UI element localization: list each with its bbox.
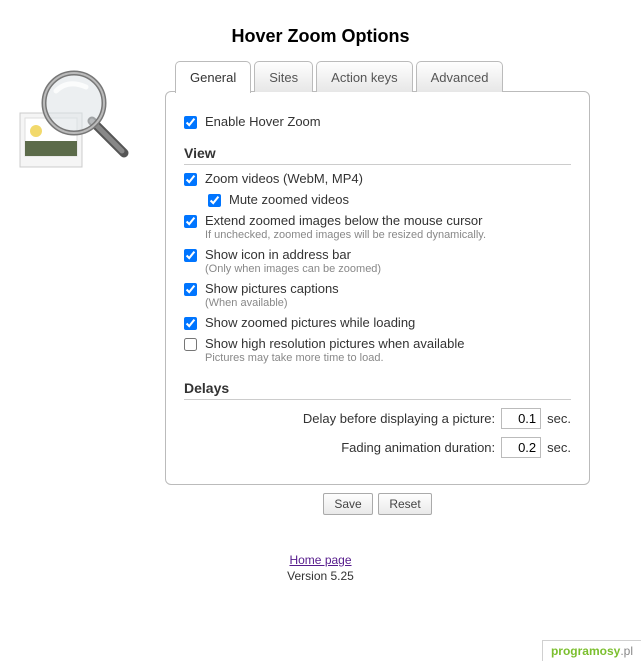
hires-checkbox[interactable]: [184, 338, 197, 351]
mute-videos-checkbox[interactable]: [208, 194, 221, 207]
section-view-heading: View: [184, 145, 571, 165]
while-loading-label: Show zoomed pictures while loading: [205, 315, 415, 330]
app-logo: [0, 61, 165, 178]
show-icon-hint: (Only when images can be zoomed): [205, 263, 571, 275]
extend-below-hint: If unchecked, zoomed images will be resi…: [205, 229, 571, 241]
tab-action-keys[interactable]: Action keys: [316, 61, 412, 92]
enable-hoverzoom-label: Enable Hover Zoom: [205, 114, 321, 129]
tab-advanced[interactable]: Advanced: [416, 61, 504, 92]
show-icon-checkbox[interactable]: [184, 249, 197, 262]
captions-label: Show pictures captions: [205, 281, 339, 296]
while-loading-checkbox[interactable]: [184, 317, 197, 330]
save-button[interactable]: Save: [323, 493, 372, 515]
footer: Home page Version 5.25: [0, 553, 641, 583]
extend-below-label: Extend zoomed images below the mouse cur…: [205, 213, 482, 228]
enable-hoverzoom-checkbox[interactable]: [184, 116, 197, 129]
fade-duration-unit: sec.: [547, 440, 571, 455]
options-panel: Enable Hover Zoom View Zoom videos (WebM…: [165, 91, 590, 485]
show-icon-label: Show icon in address bar: [205, 247, 351, 262]
page-title: Hover Zoom Options: [0, 0, 641, 61]
hires-label: Show high resolution pictures when avail…: [205, 336, 464, 351]
section-delays-heading: Delays: [184, 380, 571, 400]
display-delay-input[interactable]: [501, 408, 541, 429]
fade-duration-label: Fading animation duration:: [341, 440, 495, 455]
display-delay-label: Delay before displaying a picture:: [303, 411, 495, 426]
tab-general[interactable]: General: [175, 61, 251, 93]
extend-below-checkbox[interactable]: [184, 215, 197, 228]
watermark-brand: programosy: [551, 644, 620, 658]
reset-button[interactable]: Reset: [378, 493, 431, 515]
hires-hint: Pictures may take more time to load.: [205, 352, 571, 364]
display-delay-unit: sec.: [547, 411, 571, 426]
watermark-tld: .pl: [620, 644, 633, 658]
mute-videos-label: Mute zoomed videos: [229, 192, 349, 207]
zoom-videos-label: Zoom videos (WebM, MP4): [205, 171, 363, 186]
captions-hint: (When available): [205, 297, 571, 309]
tab-bar: General Sites Action keys Advanced: [165, 61, 590, 92]
tab-sites[interactable]: Sites: [254, 61, 313, 92]
home-page-link[interactable]: Home page: [289, 553, 351, 567]
captions-checkbox[interactable]: [184, 283, 197, 296]
watermark: programosy.pl: [542, 640, 641, 661]
version-text: Version 5.25: [0, 569, 641, 583]
fade-duration-input[interactable]: [501, 437, 541, 458]
zoom-videos-checkbox[interactable]: [184, 173, 197, 186]
